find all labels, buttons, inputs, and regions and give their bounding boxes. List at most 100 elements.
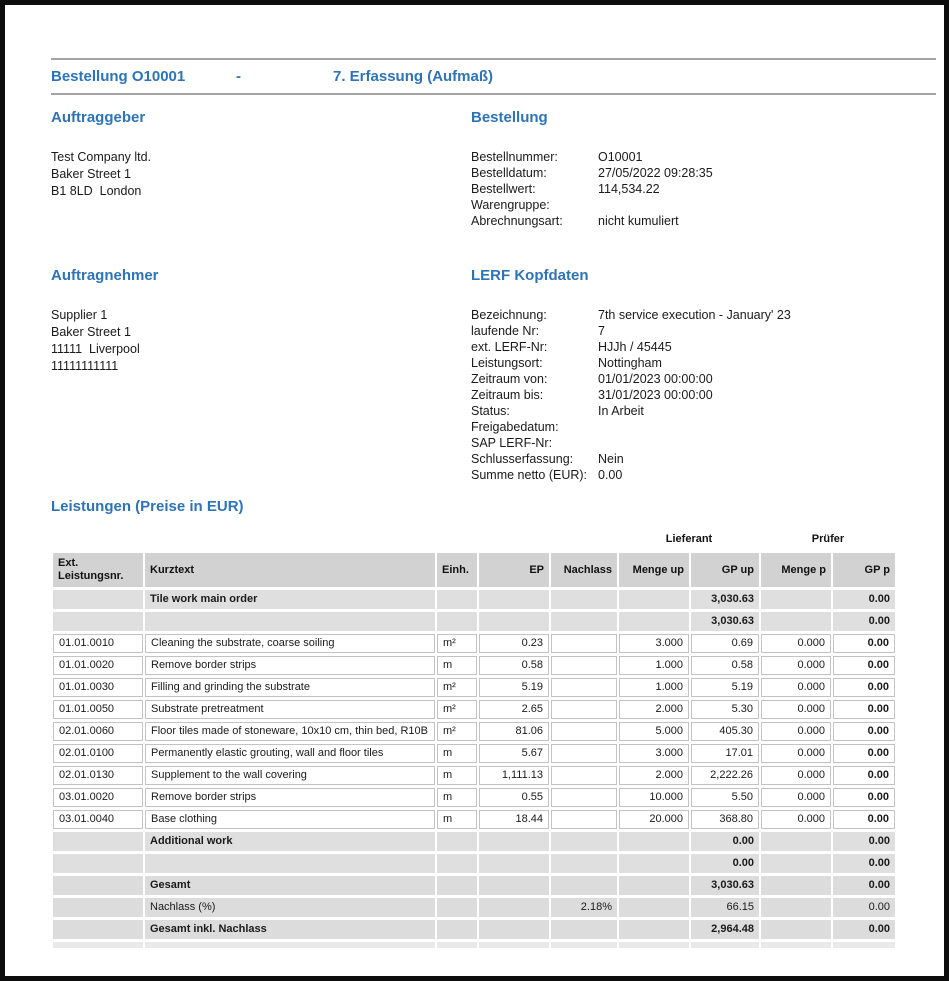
table-cell	[437, 898, 477, 917]
table-cell: 2.000	[619, 700, 689, 719]
table-cell	[437, 942, 477, 948]
auftraggeber-heading: Auftraggeber	[51, 108, 471, 128]
table-cell	[145, 854, 435, 873]
table-row: 03.01.0020Remove border stripsm0.5510.00…	[53, 788, 895, 807]
table-cell: 0.000	[761, 788, 831, 807]
table-cell	[761, 920, 831, 939]
table-cell	[619, 590, 689, 609]
field-label: Bestelldatum:	[471, 165, 598, 181]
table-cell: Remove border strips	[145, 656, 435, 675]
table-cell: 18.44	[479, 810, 549, 829]
table-cell: m	[437, 766, 477, 785]
table-cell	[551, 678, 617, 697]
table-cell	[437, 832, 477, 851]
table-cell: 368.80	[691, 810, 759, 829]
column-header: Menge p	[761, 553, 831, 587]
table-cell	[551, 656, 617, 675]
leistungen-table-body: Tile work main order3,030.630.003,030.63…	[53, 590, 895, 948]
field-label: Freigabedatum:	[471, 419, 598, 435]
table-cell: 0.58	[479, 656, 549, 675]
table-cell	[551, 744, 617, 763]
field-label: Bestellwert:	[471, 181, 598, 197]
lerf-fields: Bezeichnung:7th service execution - Janu…	[471, 307, 936, 483]
table-cell	[833, 942, 895, 948]
table-cell: 3,030.63	[691, 612, 759, 631]
table-cell: 2,222.26	[691, 766, 759, 785]
table-cell: m²	[437, 722, 477, 741]
table-cell: 01.01.0020	[53, 656, 143, 675]
field-row: Summe netto (EUR):0.00	[471, 467, 936, 483]
field-row: laufende Nr:7	[471, 323, 936, 339]
table-cell: 5.19	[691, 678, 759, 697]
bestellung-fields: Bestellnummer:O10001Bestelldatum:27/05/2…	[471, 149, 936, 229]
table-cell: Floor tiles made of stoneware, 10x10 cm,…	[145, 722, 435, 741]
table-cell	[551, 722, 617, 741]
table-row: Additional work0.000.00	[53, 832, 895, 851]
title-step: 7. Erfassung (Aufmaß)	[333, 68, 493, 85]
column-header: Menge up	[619, 553, 689, 587]
table-cell: 0.00	[833, 766, 895, 785]
table-cell: Gesamt	[145, 876, 435, 895]
table-cell	[53, 854, 143, 873]
table-cell: 10.000	[619, 788, 689, 807]
table-row: 02.01.0060Floor tiles made of stoneware,…	[53, 722, 895, 741]
field-value: 0.00	[598, 467, 622, 483]
table-cell: 0.23	[479, 634, 549, 653]
field-label: Schlusserfassung:	[471, 451, 598, 467]
table-cell	[551, 766, 617, 785]
table-cell	[53, 612, 143, 631]
table-cell: 0.00	[833, 612, 895, 631]
table-cell: 02.01.0060	[53, 722, 143, 741]
table-cell: Permanently elastic grouting, wall and f…	[145, 744, 435, 763]
table-cell	[479, 590, 549, 609]
table-cell	[479, 942, 549, 948]
table-cell: Additional work	[145, 832, 435, 851]
table-cell: m	[437, 788, 477, 807]
lerf-section: LERF Kopfdaten Bezeichnung:7th service e…	[471, 266, 936, 483]
field-value: 7	[598, 323, 605, 339]
field-value: HJJh / 45445	[598, 339, 672, 355]
table-cell	[53, 832, 143, 851]
field-row: Bestellnummer:O10001	[471, 149, 936, 165]
field-row: Freigabedatum:	[471, 419, 936, 435]
field-label: Status:	[471, 403, 598, 419]
address-line: 11111 Liverpool	[51, 341, 471, 358]
table-cell	[53, 898, 143, 917]
field-label: Zeitraum von:	[471, 371, 598, 387]
table-cell	[551, 832, 617, 851]
group-header-lieferant: Lieferant	[619, 528, 759, 550]
table-cell: 3,030.63	[691, 876, 759, 895]
table-cell: 0.000	[761, 656, 831, 675]
table-cell	[53, 942, 143, 948]
table-cell: 0.00	[833, 700, 895, 719]
table-cell: Supplement to the wall covering	[145, 766, 435, 785]
table-cell: 5.67	[479, 744, 549, 763]
column-header: Ext. Leistungsnr.	[53, 553, 143, 587]
table-cell: 17.01	[691, 744, 759, 763]
table-cell	[619, 854, 689, 873]
column-header: EP	[479, 553, 549, 587]
table-cell: 0.00	[833, 876, 895, 895]
table-cell	[53, 876, 143, 895]
table-cell: 0.00	[833, 810, 895, 829]
table-cell	[437, 590, 477, 609]
title-order-number: Bestellung O10001	[51, 68, 236, 85]
address-line: Baker Street 1	[51, 324, 471, 341]
table-cell	[691, 942, 759, 948]
table-cell: Nachlass (%)	[145, 898, 435, 917]
table-cell	[551, 634, 617, 653]
table-cell: 0.58	[691, 656, 759, 675]
table-cell: 0.00	[833, 744, 895, 763]
table-cell: 3,030.63	[691, 590, 759, 609]
field-label: Bezeichnung:	[471, 307, 598, 323]
table-cell: 0.00	[833, 920, 895, 939]
table-cell: 0.000	[761, 766, 831, 785]
column-header: Nachlass	[551, 553, 617, 587]
table-cell	[551, 854, 617, 873]
table-cell	[551, 920, 617, 939]
table-cell	[761, 832, 831, 851]
auftragnehmer-heading: Auftragnehmer	[51, 266, 471, 286]
table-cell: 0.00	[833, 590, 895, 609]
table-cell: Cleaning the substrate, coarse soiling	[145, 634, 435, 653]
table-cell: Remove border strips	[145, 788, 435, 807]
